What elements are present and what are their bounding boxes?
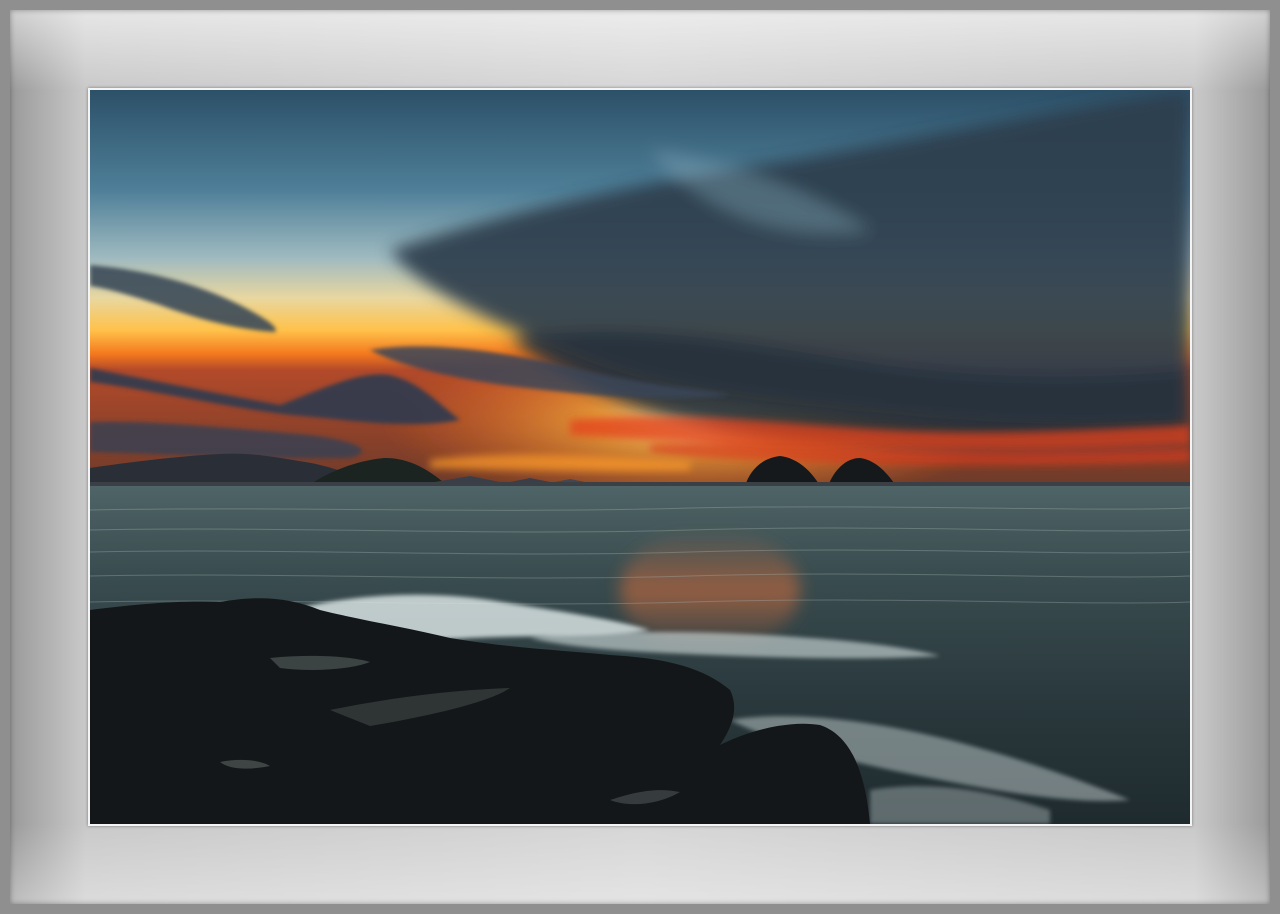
picture-frame bbox=[0, 0, 1280, 914]
sunset-seascape-photo bbox=[90, 90, 1190, 824]
sun-reflection bbox=[620, 530, 800, 650]
